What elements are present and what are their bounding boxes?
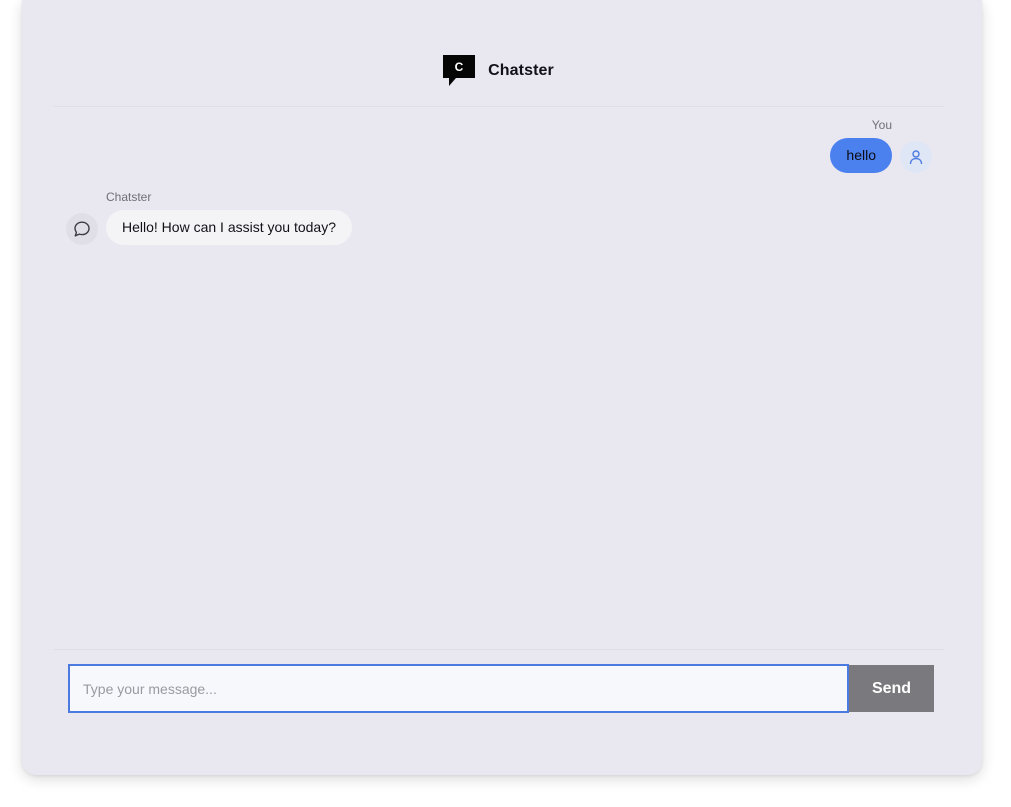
logo-letter: C <box>455 60 464 74</box>
sender-label: Chatster <box>106 190 152 204</box>
chat-window: C Chatster You hello Chatster Hello! How… <box>22 0 982 775</box>
message-list: You hello Chatster Hello! How can I assi… <box>54 108 944 648</box>
user-icon <box>900 141 932 173</box>
message-bubble: Hello! How can I assist you today? <box>106 210 352 245</box>
chat-logo-icon: C <box>443 55 476 87</box>
chat-bubble-icon <box>66 213 98 245</box>
brand: C Chatster <box>443 55 554 87</box>
app-title: Chatster <box>488 62 554 79</box>
composer-row: Send <box>68 664 934 713</box>
chat-header: C Chatster <box>54 0 944 107</box>
message-bubble: hello <box>830 138 892 173</box>
message-composer: Send <box>54 649 944 730</box>
message-assistant-body: Chatster Hello! How can I assist you tod… <box>106 190 352 245</box>
message-user-body: You hello <box>830 118 892 173</box>
message-input[interactable] <box>68 664 849 713</box>
sender-label: You <box>871 118 892 132</box>
send-button[interactable]: Send <box>849 665 934 712</box>
message-assistant: Chatster Hello! How can I assist you tod… <box>66 190 352 245</box>
message-user: You hello <box>830 118 932 173</box>
